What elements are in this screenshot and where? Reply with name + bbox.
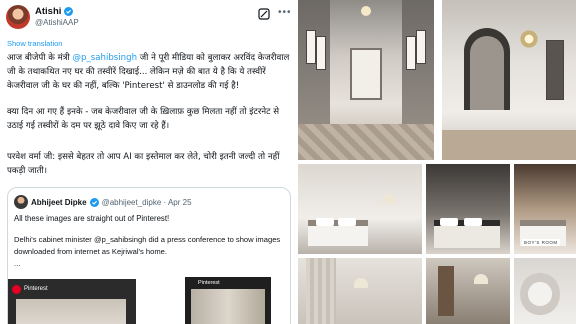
author-avatar[interactable] [6,5,30,29]
decor-photo[interactable] [514,258,576,324]
quote-author-avatar[interactable] [14,195,28,209]
ceiling-lamp-icon [361,6,371,16]
media-1-label: Pinterest [24,286,48,292]
author-handle[interactable]: @AtishiAAP [35,18,79,27]
quote-author-handle: @abhijeet_dipke · Apr 25 [101,197,192,207]
quote-media-2[interactable]: Pinterest [185,277,271,324]
wall-frame [406,36,416,70]
image-collage: BOY'S ROOM [296,0,576,324]
tweet-paragraph-1: आज बीजेपी के मंत्री @p_sahibsingh जी ने … [7,53,290,91]
boys-room-photo[interactable]: BOY'S ROOM [514,164,576,254]
hallway-door [350,48,382,100]
tweet-paragraph-3: परवेश वर्मा जी: इससे बेहतर तो आप AI का इ… [7,152,280,176]
living-room-photo[interactable] [298,258,422,324]
wall-frame [316,36,326,70]
media-2-image [191,289,265,324]
more-options-icon[interactable]: ••• [278,7,292,18]
mention-link[interactable]: @p_sahibsingh [72,53,137,63]
grok-icon[interactable] [258,8,270,20]
media-2-label: Pinterest [198,280,220,286]
author-name[interactable]: Atishi [35,6,61,17]
quote-author-name[interactable]: Abhijeet Dipke [31,198,87,207]
tiled-floor [298,124,434,160]
show-translation-link[interactable]: Show translation [7,39,62,48]
quoted-tweet[interactable]: Abhijeet Dipke @abhijeet_dipke · Apr 25 … [7,187,291,324]
quote-media-1[interactable]: Pinterest [8,279,136,324]
wall-frame [416,30,426,64]
side-door [546,40,564,100]
entryway-photo[interactable] [442,0,576,160]
quote-text-line-2: Delhi's cabinet minister @p_sahibsingh d… [14,235,281,256]
quote-text-ellipsis: ... [14,259,21,268]
media-1-image [16,299,126,324]
chandelier-icon [518,30,540,48]
quote-text-line-1: All these images are straight out of Pin… [14,214,170,223]
boys-room-caption: BOY'S ROOM [522,239,560,246]
hallway-photo[interactable] [298,0,434,160]
tweet-paragraph-2: क्या दिन आ गए हैं इनके - जब केजरीवाल जी … [7,107,279,131]
tweet-card: Atishi @AtishiAAP ••• Show translation आ… [0,0,296,324]
bedroom-photo-2[interactable] [426,164,510,254]
tweet-header: Atishi @AtishiAAP ••• [6,5,292,31]
wall-frame [306,30,316,64]
pinterest-logo-icon [12,284,21,294]
verified-badge-icon [89,197,99,207]
verified-badge-icon [64,7,74,16]
shelf-room-photo[interactable] [426,258,510,324]
bedroom-photo-1[interactable] [298,164,422,254]
